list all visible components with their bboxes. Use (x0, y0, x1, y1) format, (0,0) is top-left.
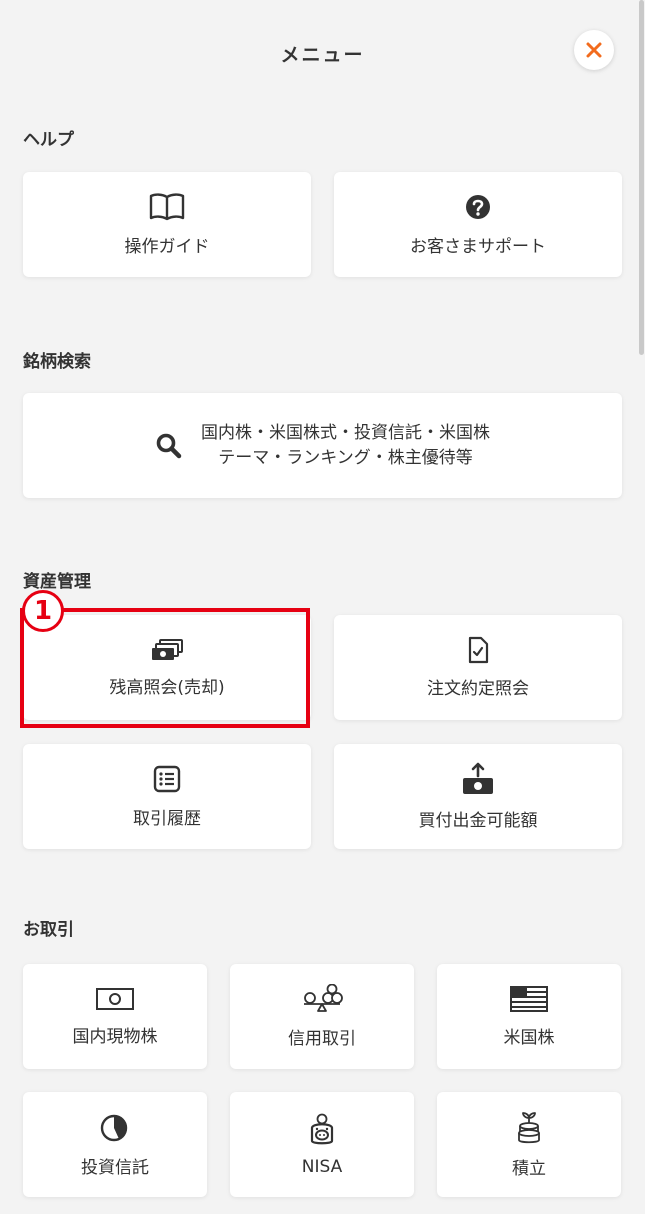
search-icon (156, 433, 182, 458)
nisa-button[interactable]: NISA (230, 1092, 414, 1197)
banknote-icon (96, 988, 134, 1010)
investment-trust-label: 投資信託 (81, 1158, 149, 1178)
domestic-stock-button[interactable]: 国内現物株 (23, 964, 207, 1069)
highlight-box (20, 608, 310, 728)
coins-balance-icon (304, 984, 343, 1012)
tsumitate-button[interactable]: 積立 (437, 1092, 621, 1197)
history-button[interactable]: 取引履歴 (23, 744, 311, 849)
section-title-search: 銘柄検索 (23, 352, 91, 372)
scrollbar-thumb[interactable] (639, 0, 644, 355)
buying-power-button[interactable]: 買付出金可能額 (334, 744, 622, 849)
us-flag-icon (510, 986, 548, 1012)
close-button[interactable] (574, 30, 614, 70)
investment-trust-button[interactable]: 投資信託 (23, 1092, 207, 1197)
section-title-trading: お取引 (23, 920, 74, 940)
section-title-assets: 資産管理 (23, 572, 91, 592)
guide-button[interactable]: 操作ガイド (23, 172, 311, 277)
section-title-help: ヘルプ (23, 130, 74, 150)
guide-label: 操作ガイド (124, 237, 210, 257)
tsumitate-label: 積立 (512, 1159, 546, 1179)
margin-trading-button[interactable]: 信用取引 (230, 964, 414, 1069)
pie-chart-icon (100, 1114, 128, 1142)
piggy-bank-icon (310, 1113, 334, 1144)
support-label: お客さまサポート (410, 237, 546, 257)
buying-power-label: 買付出金可能額 (418, 811, 538, 831)
list-icon (153, 765, 181, 793)
us-stock-button[interactable]: 米国株 (437, 964, 621, 1069)
question-circle-icon (466, 195, 490, 219)
page-title: メニュー (280, 44, 365, 66)
document-check-icon (468, 636, 489, 664)
stock-search-line-1: 国内株・米国株式・投資信託・米国株 (201, 422, 490, 443)
history-label: 取引履歴 (133, 809, 201, 829)
stock-search-text: 国内株・米国株式・投資信託・米国株 テーマ・ランキング・株主優待等 (201, 421, 490, 471)
step-marker: 1 (22, 590, 64, 632)
orders-button[interactable]: 注文約定照会 (334, 615, 622, 720)
us-stock-label: 米国株 (503, 1028, 555, 1048)
sprout-coins-icon (518, 1112, 540, 1144)
book-icon (149, 193, 185, 221)
stock-search-line-2: テーマ・ランキング・株主優待等 (218, 447, 473, 468)
orders-label: 注文約定照会 (427, 679, 529, 699)
menu-header: メニュー (0, 0, 645, 110)
scrollbar[interactable] (638, 0, 645, 1214)
close-icon (586, 42, 602, 58)
support-button[interactable]: お客さまサポート (334, 172, 622, 277)
domestic-stock-label: 国内現物株 (72, 1027, 158, 1047)
stock-search-button[interactable]: 国内株・米国株式・投資信託・米国株 テーマ・ランキング・株主優待等 (23, 393, 622, 498)
margin-trading-label: 信用取引 (288, 1029, 356, 1049)
nisa-label: NISA (301, 1156, 343, 1177)
cash-withdraw-icon (463, 762, 493, 794)
